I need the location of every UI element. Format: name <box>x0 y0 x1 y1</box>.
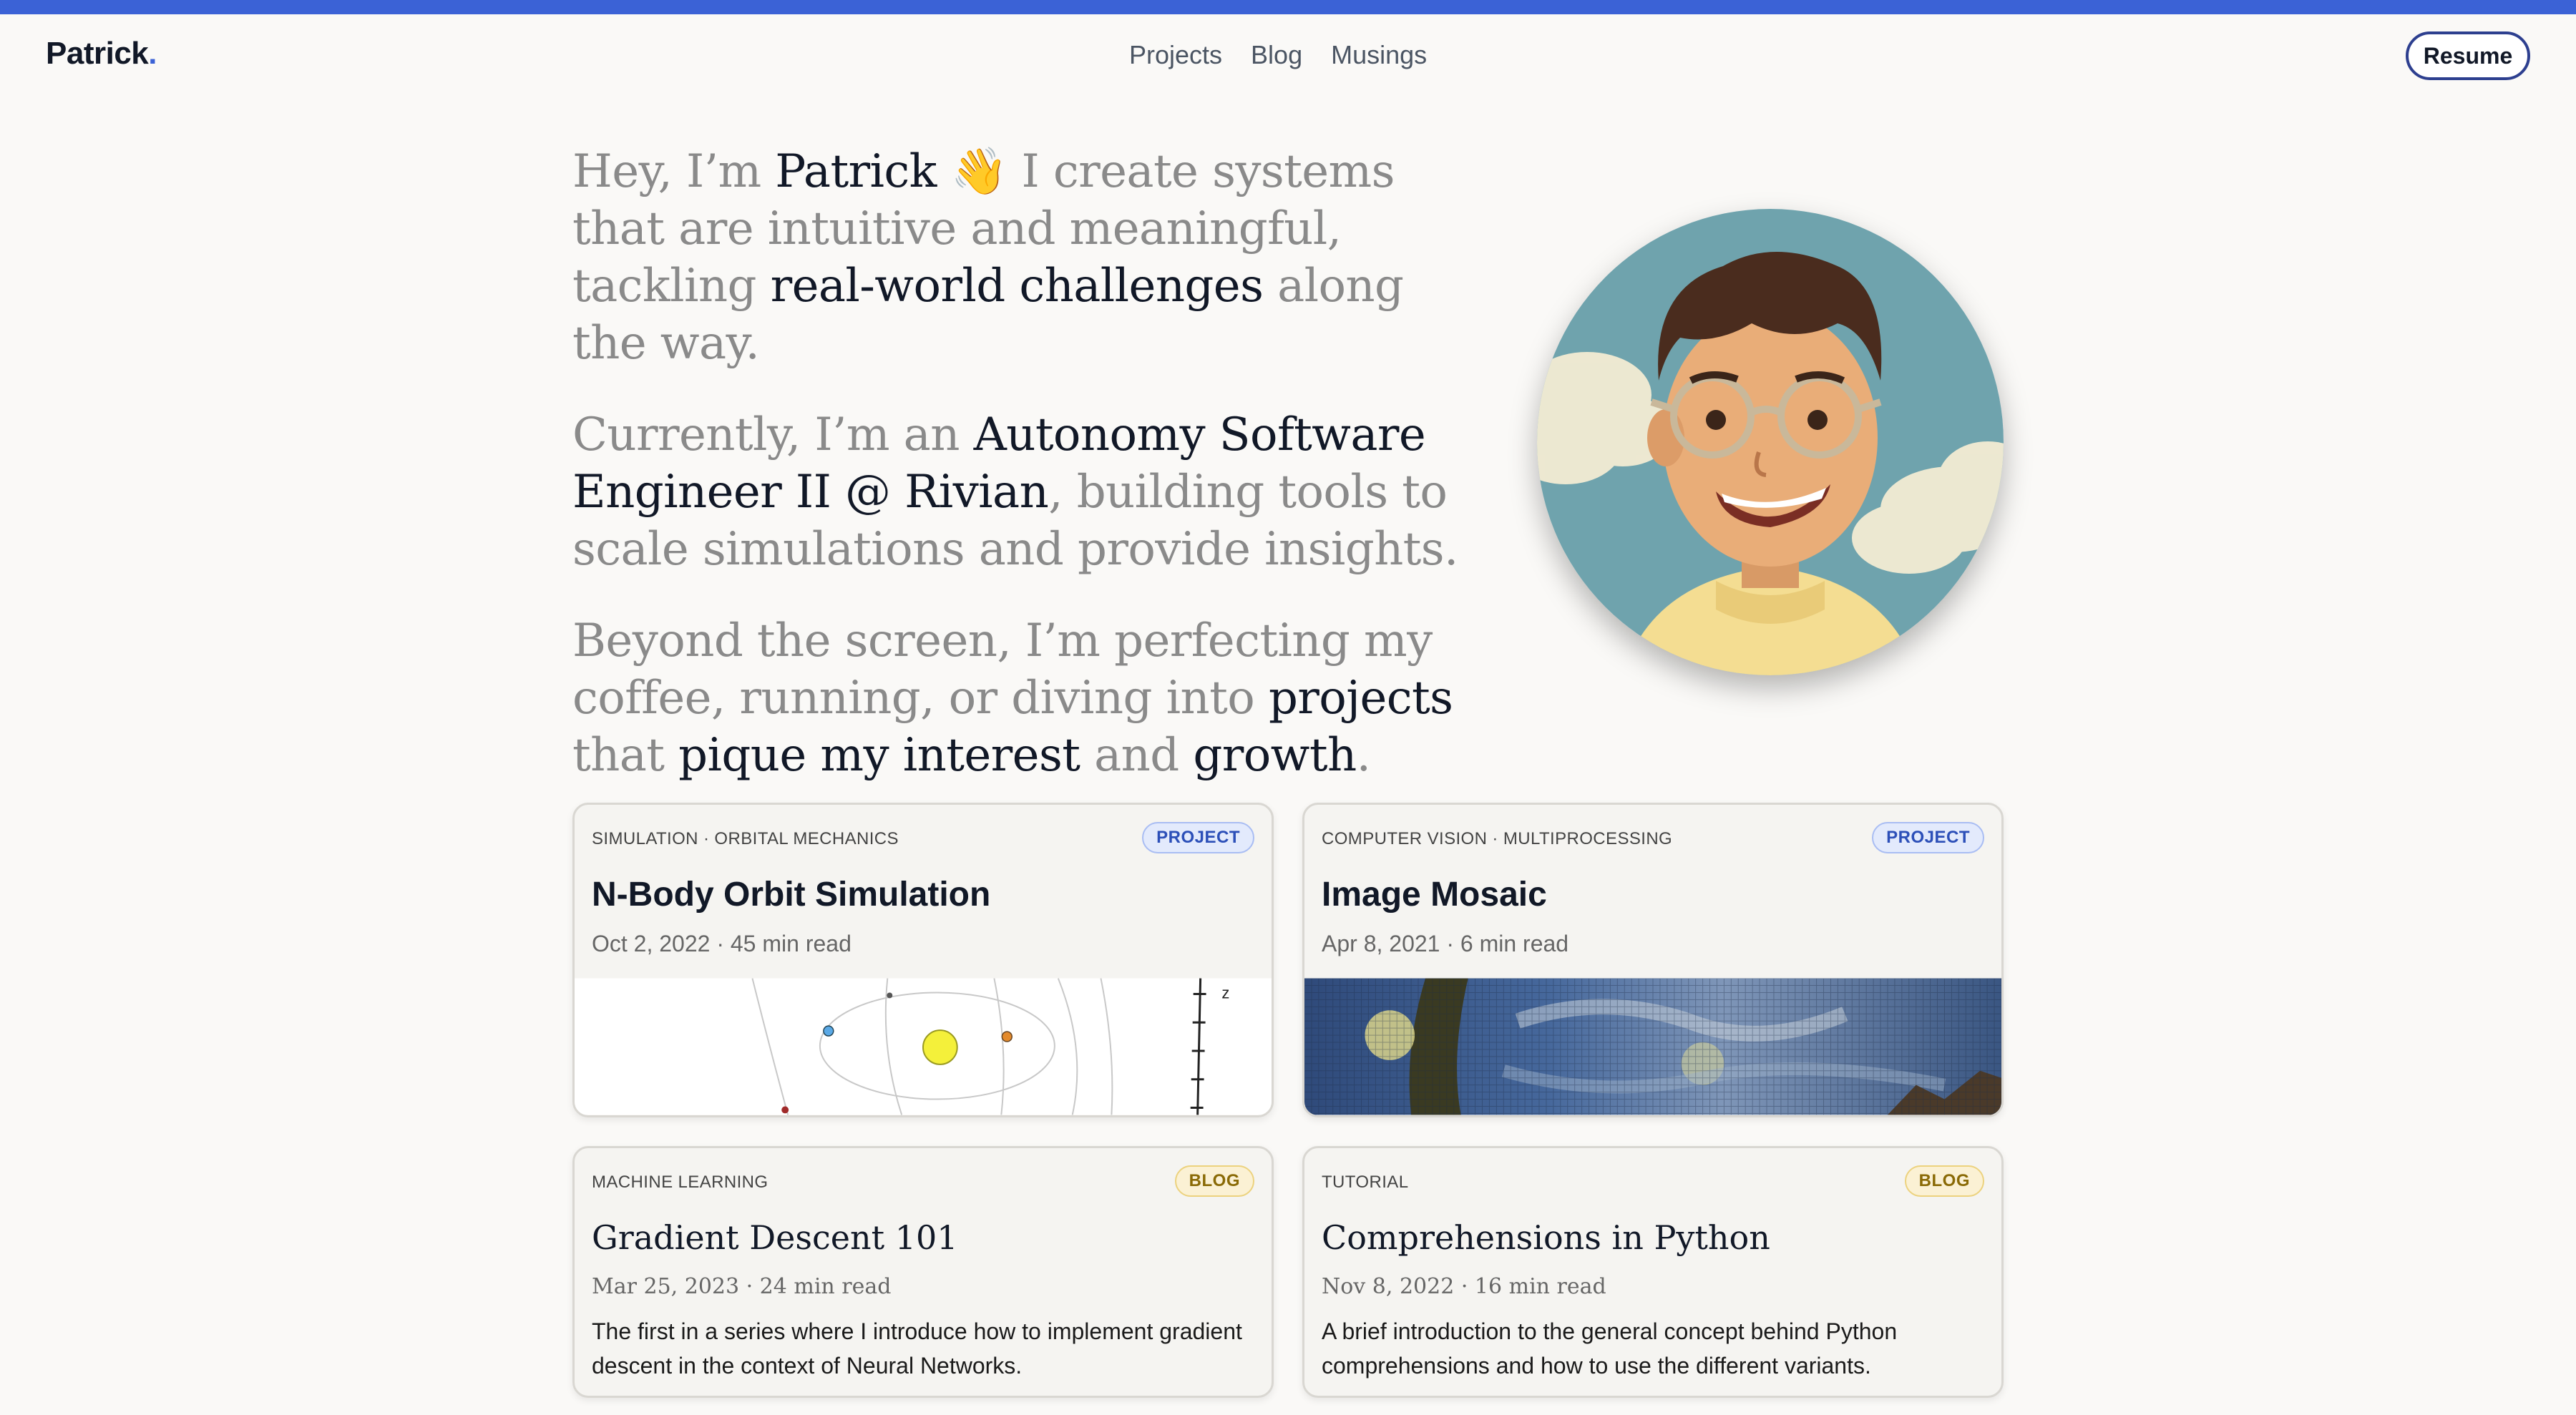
intro-emphasis: pique my interest <box>678 729 1080 782</box>
intro-paragraph-1: Hey, I’m Patrick 👋 I create systems that… <box>572 143 1474 372</box>
card-title: Image Mosaic <box>1322 876 1547 914</box>
intro-section: Hey, I’m Patrick 👋 I create systems that… <box>572 143 1474 818</box>
card-description: The first in a series where I introduce … <box>592 1318 1242 1379</box>
card-image-mosaic[interactable]: COMPUTER VISION · MULTIPROCESSING PROJEC… <box>1302 803 2004 1117</box>
card-category: SIMULATION · ORBITAL MECHANICS <box>592 829 899 848</box>
site-logo[interactable]: Patrick. <box>46 36 157 72</box>
intro-emphasis: real-world challenges <box>770 260 1264 313</box>
card-meta: Mar 25, 2023 · 24 min read <box>592 1274 892 1299</box>
mosaic-thumbnail <box>1304 978 2001 1115</box>
nav-musings[interactable]: Musings <box>1331 40 1427 70</box>
intro-emphasis: projects <box>1268 672 1453 725</box>
intro-text: and <box>1080 729 1194 782</box>
top-accent-bar <box>0 0 2576 14</box>
card-title: Gradient Descent 101 <box>592 1218 958 1257</box>
card-type-badge: BLOG <box>1174 1165 1254 1197</box>
card-nbody[interactable]: SIMULATION · ORBITAL MECHANICS PROJECT N… <box>572 803 1274 1117</box>
intro-emphasis: growth <box>1193 729 1357 782</box>
intro-text: Currently, I’m an <box>572 408 974 461</box>
card-type-badge: PROJECT <box>1872 822 1984 853</box>
nav-blog[interactable]: Blog <box>1251 40 1302 70</box>
card-title: Comprehensions in Python <box>1322 1218 1770 1257</box>
intro-name: Patrick <box>775 145 937 198</box>
main-nav: Projects Blog Musings <box>1129 40 1427 70</box>
card-gradient-descent[interactable]: MACHINE LEARNING BLOG Gradient Descent 1… <box>572 1146 1274 1398</box>
intro-text: . <box>1356 729 1371 782</box>
intro-text: Hey, I’m <box>572 145 776 198</box>
axis-z-label: z <box>1221 984 1229 1002</box>
card-meta: Nov 8, 2022 · 16 min read <box>1322 1274 1606 1299</box>
card-python-comprehensions[interactable]: TUTORIAL BLOG Comprehensions in Python N… <box>1302 1146 2004 1398</box>
card-category: MACHINE LEARNING <box>592 1172 769 1192</box>
card-type-badge: BLOG <box>1904 1165 1984 1197</box>
card-category: TUTORIAL <box>1322 1172 1409 1192</box>
card-description: A brief introduction to the general conc… <box>1322 1318 1898 1379</box>
card-meta: Apr 8, 2021 · 6 min read <box>1322 931 1569 956</box>
logo-text: Patrick <box>46 36 149 71</box>
card-type-badge: PROJECT <box>1142 822 1254 853</box>
intro-paragraph-3: Beyond the screen, I’m perfecting my cof… <box>572 612 1474 784</box>
card-category: COMPUTER VISION · MULTIPROCESSING <box>1322 829 1673 848</box>
wave-emoji-icon: 👋 <box>950 145 1008 198</box>
intro-paragraph-2: Currently, I’m an Autonomy Software Engi… <box>572 406 1474 578</box>
avatar <box>1537 209 2004 675</box>
portrait-illustration <box>1537 209 2004 675</box>
intro-text: that <box>572 729 679 782</box>
nav-projects[interactable]: Projects <box>1129 40 1222 70</box>
resume-button[interactable]: Resume <box>2406 31 2530 80</box>
logo-dot: . <box>148 36 157 71</box>
orbit-simulation-thumbnail: z <box>575 978 1272 1115</box>
card-meta: Oct 2, 2022 · 45 min read <box>592 931 852 956</box>
card-title: N-Body Orbit Simulation <box>592 876 991 914</box>
